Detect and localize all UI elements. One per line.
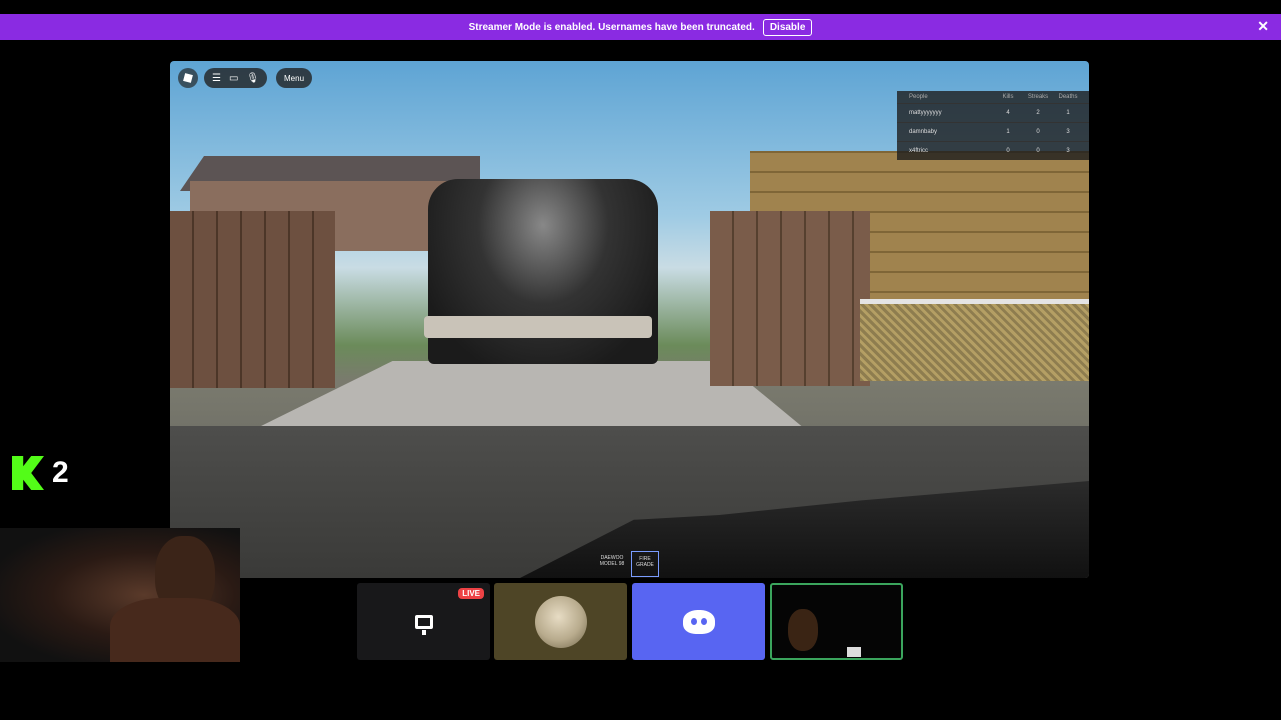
- player-row[interactable]: mattyyyyyyy 4 2 1: [897, 103, 1089, 122]
- fence-right: [710, 211, 870, 386]
- discord-logo-icon: [682, 609, 715, 634]
- screen-share-tile[interactable]: LIVE: [357, 583, 490, 660]
- kick-viewer-counter: 2: [12, 456, 69, 490]
- player-list-header: People Kills Streaks Deaths: [909, 94, 1078, 100]
- microphone-icon[interactable]: 🎙: [246, 73, 259, 84]
- participant-face: [788, 609, 818, 651]
- participant-tile-discord[interactable]: [632, 583, 765, 660]
- participant-tile-camera[interactable]: [770, 583, 903, 660]
- game-viewport[interactable]: ☰ ▭ 🎙 Menu People Kills Streaks Deaths m…: [170, 61, 1089, 578]
- viewer-count: 2: [52, 456, 69, 489]
- player-row[interactable]: x4ftricc 0 0 3: [897, 141, 1089, 160]
- webcam-feed: [0, 528, 240, 662]
- chat-icon[interactable]: ▭: [229, 73, 238, 84]
- hotbar-slot-weapon[interactable]: DAEWOO MODEL 98: [596, 551, 628, 577]
- chain-link-fence: [860, 299, 1089, 381]
- participant-tile-avatar[interactable]: [494, 583, 627, 660]
- kick-logo-icon: [12, 456, 44, 490]
- suv-bumper: [424, 316, 652, 338]
- fence-left: [170, 211, 335, 388]
- banner-message: Streamer Mode is enabled. Usernames have…: [468, 21, 755, 33]
- roblox-toolbar: ☰ ▭ 🎙: [204, 68, 268, 88]
- camera-indicator-icon: [847, 647, 861, 657]
- hamburger-icon[interactable]: ☰: [212, 73, 221, 84]
- roblox-logo-icon[interactable]: [178, 68, 198, 88]
- close-icon[interactable]: ✕: [1257, 18, 1269, 35]
- monitor-icon: [414, 614, 433, 635]
- disable-button[interactable]: Disable: [762, 18, 813, 36]
- player-list: People Kills Streaks Deaths mattyyyyyyy …: [897, 91, 1089, 160]
- menu-button[interactable]: Menu: [276, 68, 313, 88]
- live-badge: LIVE: [458, 588, 484, 599]
- streamer-body: [110, 598, 240, 662]
- hotbar-slot-fire[interactable]: FIRE GRADE: [631, 551, 659, 577]
- streamer-mode-banner: Streamer Mode is enabled. Usernames have…: [0, 14, 1281, 40]
- skull-avatar: [534, 595, 587, 648]
- player-row[interactable]: damnbaby 1 0 3: [897, 122, 1089, 141]
